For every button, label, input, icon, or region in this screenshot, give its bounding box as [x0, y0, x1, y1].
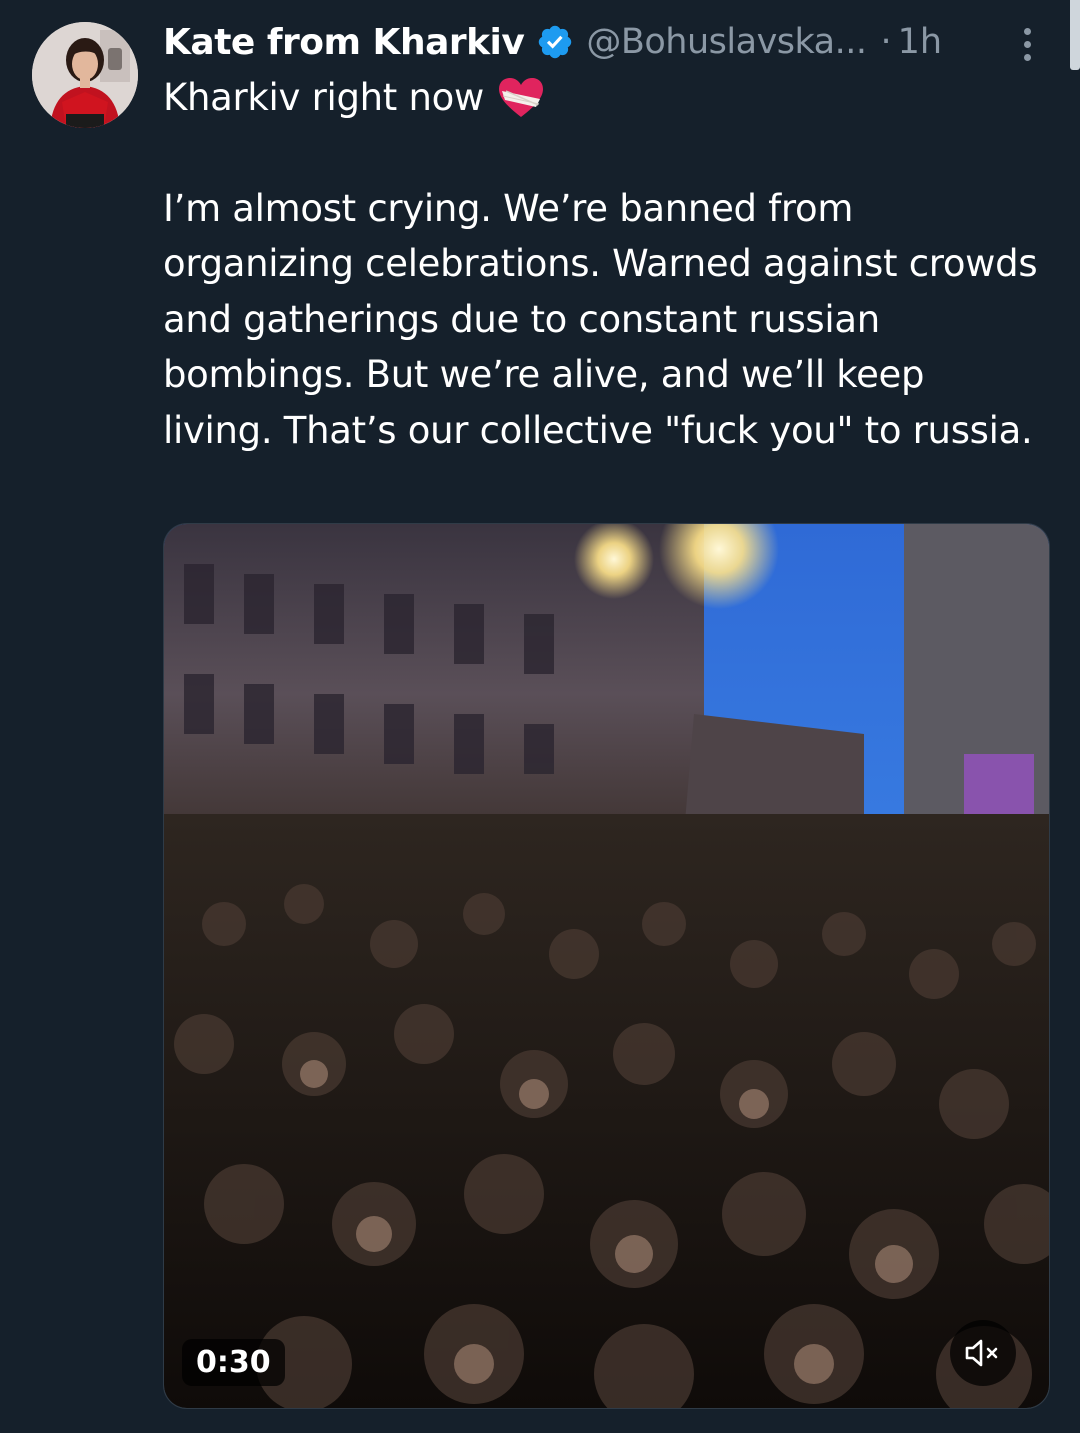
tweet-text: Kharkiv right now I’m almost crying. We’… [163, 70, 1043, 458]
video-duration-badge: 0:30 [182, 1339, 285, 1386]
tweet-body: I’m almost crying. We’re banned from org… [163, 186, 1038, 452]
video-thumbnail [164, 524, 1049, 1408]
mending-heart-icon [498, 77, 543, 117]
verified-badge-icon [539, 25, 572, 59]
author-display-name[interactable]: Kate from Kharkiv [163, 22, 525, 63]
video-player[interactable]: 0:30 [163, 523, 1050, 1409]
separator-dot: · [880, 22, 892, 62]
avatar-image [32, 22, 138, 128]
tweet-first-line: Kharkiv right now [163, 76, 484, 119]
tweet[interactable]: Kate from Kharkiv @Bohuslavska... · 1h K… [0, 0, 1080, 1433]
speaker-muted-icon [965, 1339, 998, 1367]
timestamp[interactable]: 1h [898, 22, 942, 62]
scrollbar[interactable] [1070, 0, 1080, 70]
avatar[interactable] [32, 22, 138, 128]
mute-button[interactable] [950, 1320, 1016, 1386]
more-options-icon[interactable] [1017, 28, 1037, 66]
author-handle[interactable]: @Bohuslavska... [586, 22, 867, 62]
tweet-header: Kate from Kharkiv @Bohuslavska... · 1h [163, 17, 942, 67]
